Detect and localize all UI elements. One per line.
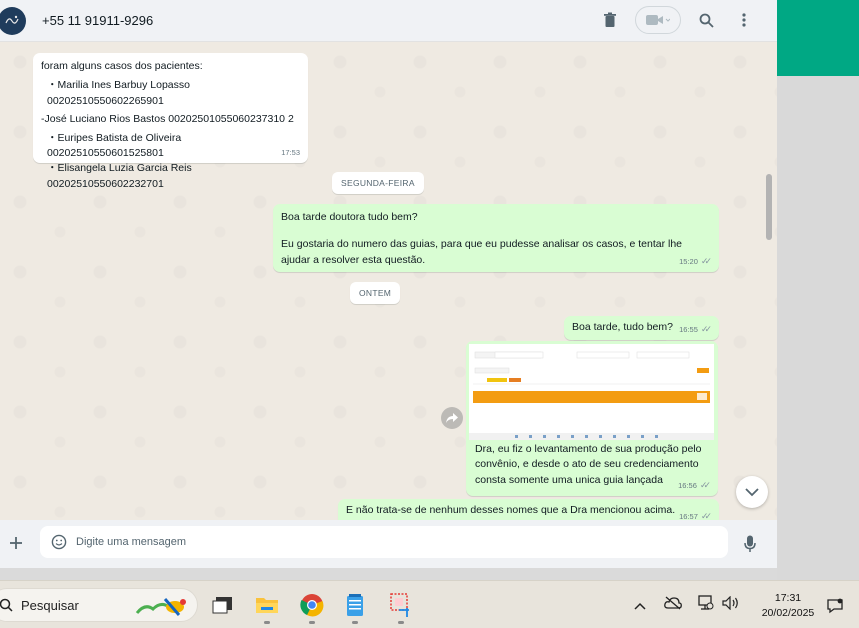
message-text: Eu gostaria do numero das guias, para qu… <box>281 238 683 266</box>
show-hidden-icons-icon[interactable] <box>634 597 652 615</box>
system-tray <box>634 595 742 616</box>
message-outgoing-clarification[interactable]: E não trata-se de nenhum desses nomes qu… <box>338 499 719 520</box>
message-outgoing-request[interactable]: Boa tarde doutora tudo bem? Eu gostaria … <box>273 204 719 272</box>
network-icon[interactable] <box>696 595 716 616</box>
plus-icon <box>10 537 22 549</box>
chat-area[interactable]: foram alguns casos dos pacientes: ・Maril… <box>0 42 777 520</box>
chrome-icon[interactable] <box>297 590 327 624</box>
video-call-button[interactable] <box>635 6 681 34</box>
message-text: E não trata-se de nenhum desses nomes qu… <box>346 504 676 516</box>
search-label: Pesquisar <box>21 597 79 613</box>
patient-line: -José Luciano Rios Bastos 00202501055060… <box>41 113 294 126</box>
volume-icon[interactable] <box>722 595 742 615</box>
clock-time: 17:31 <box>774 592 802 604</box>
message-input[interactable] <box>76 536 676 548</box>
message-time: 17:53 <box>281 147 300 157</box>
search-highlight-icon <box>135 598 186 616</box>
header-actions <box>595 5 759 35</box>
message-time: 16:57 ✓✓ <box>679 509 712 520</box>
chat-scrollbar[interactable] <box>766 174 772 240</box>
cloud-offline-icon[interactable] <box>664 596 686 615</box>
taskbar-search[interactable]: Pesquisar <box>0 588 198 622</box>
message-image[interactable] <box>469 344 714 440</box>
clock-date: 20/02/2025 <box>761 607 815 619</box>
microphone-icon[interactable] <box>740 533 760 555</box>
chat-header: +55 11 91911-9296 <box>0 0 777 42</box>
attach-button[interactable] <box>5 532 27 554</box>
message-text: Dra, eu fiz o levantamento de sua produç… <box>475 443 702 486</box>
patient-line: ・Marilia Ines Barbuy Lopasso 00202510550… <box>47 79 190 107</box>
read-ticks-icon: ✓✓ <box>699 479 711 490</box>
message-incoming-patients[interactable]: foram alguns casos dos pacientes: ・Maril… <box>33 53 308 190</box>
date-chip-monday: SEGUNDA-FEIRA <box>332 172 424 194</box>
patient-line: ・Elisangela Luzia Garcia Reis 0020251055… <box>47 162 192 190</box>
whatsapp-brand-strip <box>777 0 859 76</box>
active-indicator <box>264 621 270 624</box>
menu-icon[interactable] <box>729 5 759 35</box>
message-text: Boa tarde doutora tudo bem? <box>281 211 418 223</box>
scroll-down-button[interactable] <box>736 476 768 508</box>
contact-name[interactable]: +55 11 91911-9296 <box>42 13 153 28</box>
contact-avatar[interactable] <box>0 6 26 35</box>
whatsapp-window: +55 11 91911-9296 foram alguns casos dos… <box>0 0 777 568</box>
forward-icon[interactable] <box>441 407 463 429</box>
message-time: 16:56 ✓✓ <box>678 478 711 493</box>
read-ticks-icon: ✓✓ <box>700 255 712 266</box>
date-chip-yesterday: ONTEM <box>350 282 401 304</box>
desktop-background <box>777 0 859 580</box>
task-view-icon[interactable] <box>208 590 238 620</box>
avatar-logo-icon <box>5 15 19 24</box>
search-icon <box>0 598 13 612</box>
message-time: 16:55 ✓✓ <box>679 322 712 337</box>
active-indicator <box>352 621 358 624</box>
search-icon[interactable] <box>691 5 721 35</box>
windows-taskbar: Pesquisar 17:31 20/02/2025 <box>0 580 859 628</box>
patient-line: ・Euripes Batista de Oliveira 00202510550… <box>47 131 182 160</box>
file-explorer-icon[interactable] <box>252 590 282 624</box>
notepad-icon[interactable] <box>340 590 370 624</box>
read-ticks-icon: ✓✓ <box>700 323 712 334</box>
active-indicator <box>309 621 315 624</box>
active-indicator <box>398 621 404 624</box>
message-intro: foram alguns casos dos pacientes: <box>41 60 203 72</box>
message-box <box>40 526 728 558</box>
message-outgoing-greeting[interactable]: Boa tarde, tudo bem? 16:55 ✓✓ <box>564 316 719 340</box>
read-ticks-icon: ✓✓ <box>700 510 712 520</box>
message-time: 15:20 ✓✓ <box>679 254 712 269</box>
delete-icon[interactable] <box>595 5 625 35</box>
screenshot-thumbnail <box>469 344 714 440</box>
message-outgoing-image[interactable]: Dra, eu fiz o levantamento de sua produç… <box>466 341 718 496</box>
chevron-down-icon <box>745 487 759 496</box>
snipping-tool-icon[interactable] <box>386 590 416 624</box>
message-composer <box>0 520 777 568</box>
system-clock[interactable]: 17:31 20/02/2025 <box>748 591 828 621</box>
video-call-icon <box>646 15 670 25</box>
notification-icon[interactable] <box>826 598 844 619</box>
sticker-icon[interactable] <box>50 533 68 551</box>
